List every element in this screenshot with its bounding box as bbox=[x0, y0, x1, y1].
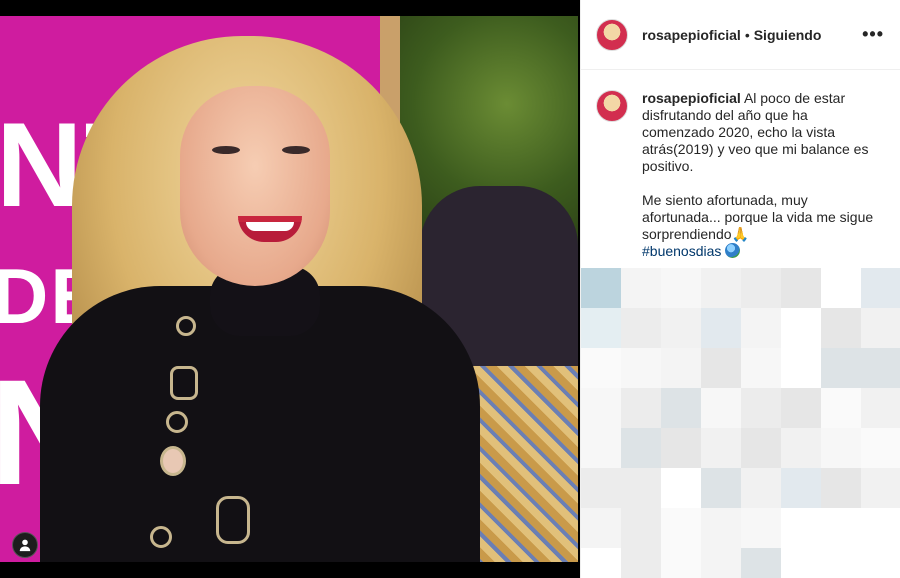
blur-cell bbox=[861, 388, 900, 428]
blur-cell bbox=[741, 428, 781, 468]
blur-cell bbox=[621, 348, 661, 388]
blur-cell bbox=[621, 548, 661, 578]
tagged-user-button[interactable] bbox=[12, 532, 38, 558]
blur-cell bbox=[821, 468, 861, 508]
blur-cell bbox=[741, 388, 781, 428]
caption-avatar[interactable] bbox=[596, 90, 628, 122]
header-separator: • bbox=[744, 26, 750, 43]
blur-cell bbox=[861, 348, 900, 388]
blur-cell bbox=[701, 508, 741, 548]
header-username[interactable]: rosapepioficial bbox=[642, 27, 741, 43]
more-dots-icon[interactable]: ••• bbox=[862, 24, 884, 45]
blur-cell bbox=[861, 508, 900, 548]
blur-cell bbox=[701, 348, 741, 388]
post-header: rosapepioficial • Siguiendo ••• bbox=[581, 0, 900, 70]
blur-cell bbox=[661, 548, 701, 578]
post-photo[interactable]: NTR DEL N bbox=[0, 0, 580, 578]
blur-cell bbox=[701, 388, 741, 428]
blur-cell bbox=[861, 308, 900, 348]
necklace-link bbox=[176, 316, 196, 336]
blur-cell bbox=[581, 268, 621, 308]
necklace-link bbox=[216, 496, 250, 544]
blur-cell bbox=[861, 428, 900, 468]
caption: rosapepioficial Al poco de estar disfrut… bbox=[642, 90, 882, 260]
blur-cell bbox=[621, 508, 661, 548]
blur-cell bbox=[781, 348, 821, 388]
blur-cell bbox=[781, 548, 821, 578]
blur-cell bbox=[741, 508, 781, 548]
blur-cell bbox=[701, 308, 741, 348]
hashtag-link[interactable]: #buenosdias bbox=[642, 243, 721, 259]
necklace-pendant bbox=[160, 446, 186, 476]
following-button[interactable]: Siguiendo bbox=[754, 27, 822, 43]
woman-teeth bbox=[246, 222, 294, 231]
eye-right bbox=[282, 146, 310, 154]
blur-cell bbox=[821, 308, 861, 348]
blur-cell bbox=[661, 308, 701, 348]
blur-cell bbox=[821, 348, 861, 388]
blur-cell bbox=[661, 428, 701, 468]
profile-avatar[interactable] bbox=[596, 18, 628, 51]
blur-cell bbox=[621, 468, 661, 508]
globe-icon bbox=[725, 243, 741, 258]
blur-cell bbox=[821, 508, 861, 548]
blur-cell bbox=[741, 308, 781, 348]
necklace-link bbox=[166, 411, 188, 433]
necklace-link bbox=[150, 526, 172, 548]
blur-cell bbox=[621, 388, 661, 428]
blur-cell bbox=[741, 268, 781, 308]
blur-cell bbox=[821, 548, 861, 578]
blur-cell bbox=[581, 428, 621, 468]
blur-cell bbox=[661, 508, 701, 548]
blur-cell bbox=[661, 348, 701, 388]
photo-image: NTR DEL N bbox=[0, 16, 578, 562]
caption-username[interactable]: rosapepioficial bbox=[642, 90, 741, 106]
blur-cell bbox=[861, 548, 900, 578]
blur-cell bbox=[661, 388, 701, 428]
blur-cell bbox=[701, 428, 741, 468]
caption-row: rosapepioficial Al poco de estar disfrut… bbox=[581, 70, 900, 260]
caption-text-2: Me siento afortunada, muy afortunada... … bbox=[642, 192, 874, 242]
blur-cell bbox=[621, 308, 661, 348]
blur-cell bbox=[741, 548, 781, 578]
blur-cell bbox=[701, 268, 741, 308]
blurred-comments bbox=[581, 268, 900, 578]
blur-cell bbox=[781, 308, 821, 348]
blur-cell bbox=[781, 428, 821, 468]
blur-cell bbox=[581, 468, 621, 508]
blur-cell bbox=[781, 468, 821, 508]
person-icon bbox=[19, 539, 31, 552]
blur-cell bbox=[861, 268, 900, 308]
blur-cell bbox=[701, 548, 741, 578]
blur-cell bbox=[821, 268, 861, 308]
blur-cell bbox=[701, 468, 741, 508]
blur-cell bbox=[581, 508, 621, 548]
blur-cell bbox=[581, 548, 621, 578]
woman-face bbox=[180, 86, 330, 286]
blur-cell bbox=[661, 268, 701, 308]
blur-cell bbox=[661, 468, 701, 508]
blur-cell bbox=[861, 468, 900, 508]
blur-cell bbox=[741, 348, 781, 388]
pray-emoji: 🙏 bbox=[731, 226, 749, 242]
blur-cell bbox=[741, 468, 781, 508]
blur-cell bbox=[781, 388, 821, 428]
eye-left bbox=[212, 146, 240, 154]
blur-cell bbox=[821, 388, 861, 428]
blur-cell bbox=[621, 428, 661, 468]
blur-cell bbox=[621, 268, 661, 308]
blur-cell bbox=[821, 428, 861, 468]
blur-cell bbox=[781, 508, 821, 548]
blur-cell bbox=[581, 348, 621, 388]
blur-cell bbox=[781, 268, 821, 308]
necklace-link bbox=[170, 366, 198, 400]
post-sidebar: rosapepioficial • Siguiendo ••• rosapepi… bbox=[580, 0, 900, 578]
blur-cell bbox=[581, 308, 621, 348]
blur-cell bbox=[581, 388, 621, 428]
